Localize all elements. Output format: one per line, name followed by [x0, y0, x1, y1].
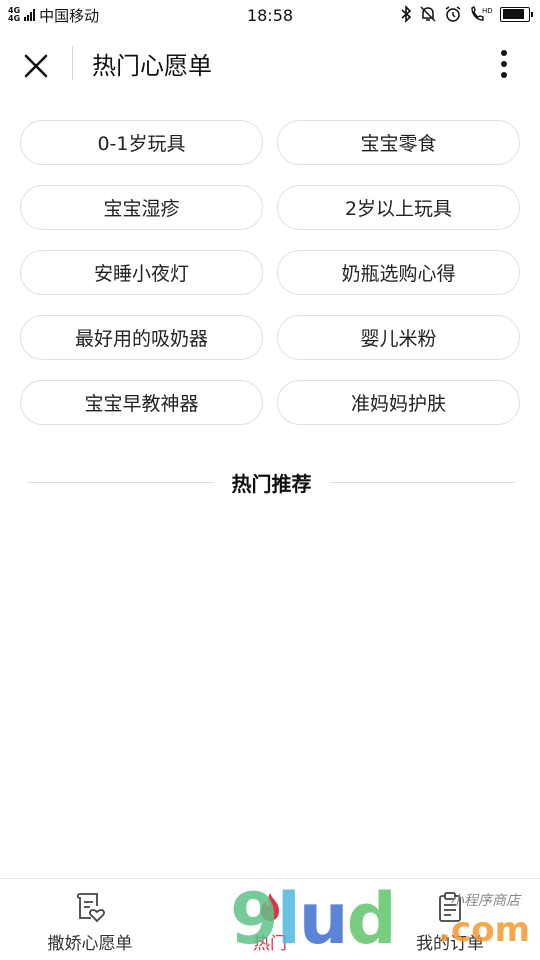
tag-baby-eczema[interactable]: 宝宝湿疹 — [20, 185, 263, 230]
section-line-left — [28, 481, 214, 483]
section-title: 热门推荐 — [231, 471, 312, 496]
bluetooth-icon — [401, 5, 412, 23]
nav-label-wishlist: 撒娇心愿单 — [47, 934, 133, 954]
network-type-label-2: 4G — [8, 14, 21, 23]
tag-toys-0-1[interactable]: 0-1岁玩具 — [20, 120, 263, 165]
status-bar: 4G 4G 中国移动 18:58 HD — [0, 0, 540, 30]
signal-icon — [24, 9, 36, 21]
nav-item-orders[interactable]: 我的订单 — [360, 879, 540, 960]
nav-item-wishlist[interactable]: 撒娇心愿单 — [0, 879, 180, 960]
tag-toys-2-plus[interactable]: 2岁以上玩具 — [277, 185, 520, 230]
close-icon — [24, 54, 48, 78]
page-title: 热门心愿单 — [92, 52, 212, 80]
bottom-nav: 撒娇心愿单 热门 我的订单 — [0, 878, 540, 960]
close-button[interactable] — [18, 48, 54, 84]
wishlist-tag-grid: 0-1岁玩具 宝宝零食 宝宝湿疹 2岁以上玩具 安睡小夜灯 奶瓶选购心得 最好用… — [20, 120, 520, 425]
tag-night-light[interactable]: 安睡小夜灯 — [20, 250, 263, 295]
battery-icon — [500, 6, 533, 22]
tag-rice-cereal[interactable]: 婴儿米粉 — [277, 315, 520, 360]
alarm-icon — [445, 6, 461, 22]
tag-early-education[interactable]: 宝宝早教神器 — [20, 380, 263, 425]
status-icons: HD — [400, 5, 533, 23]
hd-call-icon: HD — [471, 6, 493, 21]
tag-bottle-guide[interactable]: 奶瓶选购心得 — [277, 250, 520, 295]
more-button[interactable] — [492, 46, 516, 82]
status-left: 4G 4G 中国移动 — [8, 5, 208, 26]
more-vertical-icon — [501, 50, 507, 78]
svg-text:HD: HD — [482, 7, 493, 15]
section-hot-recommend: 热门推荐 — [28, 462, 515, 502]
clipboard-icon — [432, 889, 468, 925]
nav-label-hot: 热门 — [253, 934, 287, 954]
section-line-right — [329, 481, 515, 483]
header-divider — [72, 46, 73, 80]
nav-label-orders: 我的订单 — [416, 934, 484, 954]
tag-breast-pump[interactable]: 最好用的吸奶器 — [20, 315, 263, 360]
tag-maternity-skincare[interactable]: 准妈妈护肤 — [277, 380, 520, 425]
header: 热门心愿单 — [0, 30, 540, 98]
battery-fill — [502, 9, 524, 19]
flame-icon — [252, 889, 288, 925]
wishlist-icon — [72, 889, 108, 925]
network-type-icon: 4G 4G — [8, 7, 20, 23]
mute-icon — [420, 6, 436, 22]
carrier-name: 中国移动 — [39, 6, 100, 25]
nav-item-hot[interactable]: 热门 — [180, 879, 360, 960]
tag-baby-snacks[interactable]: 宝宝零食 — [277, 120, 520, 165]
